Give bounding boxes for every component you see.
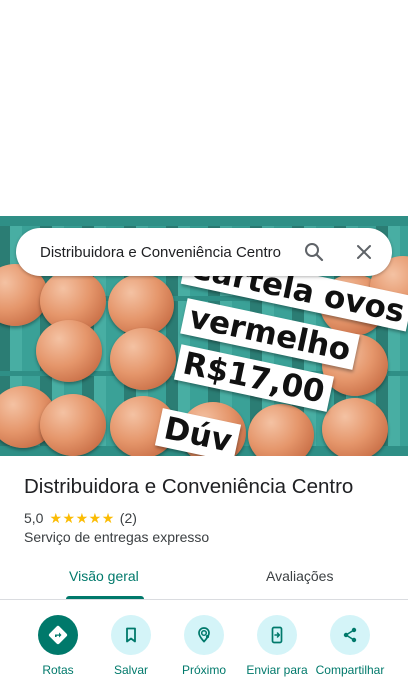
send-to-phone-button[interactable]: Enviar para	[238, 615, 316, 677]
tab-overview[interactable]: Visão geral	[69, 568, 139, 584]
blank-map-area	[0, 0, 408, 216]
directions-button[interactable]: Rotas	[19, 615, 97, 677]
action-label: Rotas	[42, 663, 74, 677]
place-title: Distribuidora e Conveniência Centro	[24, 475, 354, 498]
search-icon[interactable]	[302, 240, 326, 264]
action-label: Enviar para	[246, 663, 308, 677]
search-input[interactable]: Distribuidora e Conveniência Centro	[40, 244, 392, 261]
star-icon: ★	[62, 510, 76, 526]
action-label: Salvar	[113, 663, 148, 677]
star-rating: ★ ★ ★ ★ ★	[49, 511, 114, 525]
egg	[108, 274, 174, 336]
rating-row[interactable]: 5,0 ★ ★ ★ ★ ★ (2)	[24, 509, 137, 527]
star-icon: ★	[75, 510, 89, 526]
action-label: Compartilhar	[315, 663, 385, 677]
directions-icon	[38, 615, 78, 655]
nearby-icon	[184, 615, 224, 655]
star-icon: ★	[49, 510, 63, 526]
rating-value: 5,0	[24, 510, 44, 526]
star-icon: ★	[88, 510, 102, 526]
egg	[322, 398, 388, 456]
nearby-button[interactable]: Próximo	[165, 615, 243, 677]
egg	[110, 328, 176, 390]
bookmark-icon	[111, 615, 151, 655]
egg	[36, 320, 102, 382]
search-bar[interactable]: Distribuidora e Conveniência Centro	[16, 228, 392, 276]
egg	[40, 394, 106, 456]
tab-reviews[interactable]: Avaliações	[266, 568, 333, 584]
share-icon	[330, 615, 370, 655]
tabs-divider	[0, 599, 408, 600]
close-icon[interactable]	[352, 240, 376, 264]
action-label: Próximo	[181, 663, 226, 677]
review-count: (2)	[119, 510, 137, 526]
star-icon: ★	[101, 510, 115, 526]
share-button[interactable]: Compartilhar	[311, 615, 389, 677]
send-to-phone-icon	[257, 615, 297, 655]
place-category: Serviço de entregas expresso	[24, 529, 210, 545]
save-button[interactable]: Salvar	[92, 615, 170, 677]
